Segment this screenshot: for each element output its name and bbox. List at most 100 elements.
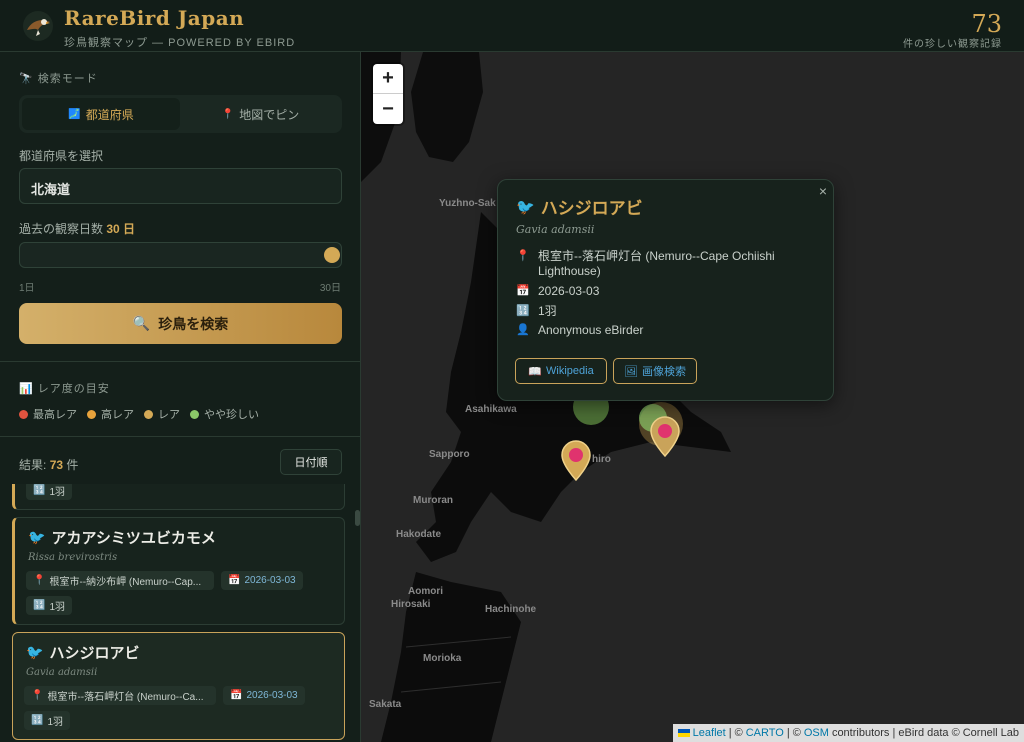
days-slider[interactable] bbox=[19, 242, 342, 268]
divider bbox=[0, 436, 360, 437]
prefecture-label: 都道府県を選択 bbox=[19, 149, 104, 163]
slider-min-label: 1日 bbox=[19, 283, 35, 294]
date-value: 2026-03-03 bbox=[246, 690, 298, 701]
list-item-selected[interactable]: 🐦 ハシジロアビ Gavia adamsii 📍 根室市--落石岬灯台 (Nem… bbox=[12, 632, 345, 740]
popup-observer-text: Anonymous eBirder bbox=[538, 323, 644, 337]
app-subtitle: 珍鳥観察マップ — POWERED BY EBIRD bbox=[64, 37, 296, 49]
sakhalin-land bbox=[411, 52, 483, 162]
counter-icon: 🔢 bbox=[516, 305, 530, 317]
chart-icon: 📊 bbox=[19, 383, 34, 395]
popup-title-text: ハシジロアビ bbox=[540, 199, 643, 219]
flag-icon bbox=[677, 729, 690, 737]
city-label-yuzhno: Yuzhno-Sak bbox=[439, 198, 496, 209]
eagle-logo-icon bbox=[23, 11, 53, 41]
attribution-separator: | © bbox=[786, 727, 801, 739]
legend-item-highest: 最高レア bbox=[19, 406, 77, 422]
total-count: 73 bbox=[971, 10, 1002, 38]
popup-count-text: 1羽 bbox=[538, 304, 557, 318]
attribution-text: contributors | eBird data © Cornell Lab bbox=[831, 727, 1019, 739]
city-label-sakata: Sakata bbox=[369, 699, 402, 710]
carto-link[interactable]: CARTO bbox=[746, 727, 784, 739]
person-icon: 👤 bbox=[516, 324, 530, 336]
legend-item-label: やや珍しい bbox=[204, 409, 259, 421]
zoom-out-button[interactable]: − bbox=[373, 94, 403, 124]
list-scrollbar[interactable] bbox=[355, 510, 360, 526]
selected-marker-icon[interactable] bbox=[649, 415, 681, 457]
bird-icon: 🐦 bbox=[516, 197, 535, 216]
popup-date-text: 2026-03-03 bbox=[538, 284, 600, 298]
map-view[interactable]: + − Yuzhno-Sak Asahikawa Sapporo hiro Mu… bbox=[361, 52, 1024, 742]
calendar-icon: 📅 bbox=[230, 690, 243, 701]
bird-name: 🐦 アカアシミツユビカモメ bbox=[28, 527, 216, 548]
counter-icon: 🔢 bbox=[31, 715, 44, 726]
city-label-hachinohe: Hachinohe bbox=[485, 604, 537, 615]
pin-icon: 📍 bbox=[516, 250, 530, 262]
count-chip: 🔢 1羽 bbox=[24, 711, 71, 730]
rarity-legend: 最高レア 高レア レア やや珍しい bbox=[19, 406, 259, 422]
map-attribution: Leaflet | © CARTO | © OSM contributors |… bbox=[672, 724, 1024, 742]
mode-prefecture-button[interactable]: 🗾 都道府県 bbox=[22, 98, 180, 130]
legend-item-label: 最高レア bbox=[33, 409, 77, 421]
count-chip: 🔢 1羽 bbox=[26, 484, 73, 500]
bird-icon: 🐦 bbox=[26, 644, 44, 661]
city-label-morioka: Morioka bbox=[423, 653, 462, 664]
binoculars-icon: 🔭 bbox=[19, 73, 34, 85]
mode-pin-button[interactable]: 📍 地図でピン bbox=[182, 98, 339, 130]
legend-item-high: 高レア bbox=[87, 406, 134, 422]
book-icon: 📖 bbox=[528, 365, 542, 378]
location-value: 根室市--納沙布岬 (Nemuro--Cap... bbox=[49, 577, 202, 588]
rare-marker-icon[interactable] bbox=[560, 439, 592, 481]
osm-link[interactable]: OSM bbox=[804, 727, 829, 739]
city-label-asahikawa: Asahikawa bbox=[465, 404, 517, 415]
city-label-hirosaki: Hirosaki bbox=[391, 599, 431, 610]
app-header: RareBird Japan 珍鳥観察マップ — POWERED BY EBIR… bbox=[0, 0, 1024, 52]
results-count: 結果: 73 件 bbox=[19, 456, 78, 473]
orange-dot-icon bbox=[87, 409, 96, 419]
legend-label: レア度の目安 bbox=[37, 383, 110, 395]
date-value: 2026-03-03 bbox=[244, 575, 296, 586]
mode-pin-label: 地図でピン bbox=[239, 107, 300, 122]
legend-item-uncommon: やや珍しい bbox=[190, 406, 259, 422]
search-mode-heading: 🔭 検索モード bbox=[19, 70, 98, 86]
legend-item-label: 高レア bbox=[101, 409, 134, 421]
location-value: 根室市--落石岬灯台 (Nemuro--Ca... bbox=[47, 692, 204, 703]
zoom-in-button[interactable]: + bbox=[373, 64, 403, 94]
gold-dot-icon bbox=[144, 409, 153, 419]
location-chip: 📍 根室市--納沙布岬 (Nemuro--Cap... bbox=[26, 571, 214, 590]
red-dot-icon bbox=[19, 409, 28, 419]
bird-name-text: アカアシミツユビカモメ bbox=[51, 529, 216, 547]
total-count-label: 件の珍しい観察記録 bbox=[903, 39, 1002, 50]
search-icon: 🔍 bbox=[132, 315, 151, 331]
divider bbox=[0, 361, 360, 362]
city-label-kushiro: hiro bbox=[592, 454, 611, 465]
list-item[interactable]: 🔢 1羽 bbox=[12, 484, 345, 510]
calendar-icon: 📅 bbox=[228, 575, 241, 586]
sort-button[interactable]: 日付順 bbox=[280, 449, 342, 475]
attribution-separator: | © bbox=[728, 727, 743, 739]
legend-item-label: レア bbox=[158, 409, 180, 421]
search-rare-button[interactable]: 🔍 珍鳥を検索 bbox=[19, 303, 342, 344]
city-label-muroran: Muroran bbox=[413, 495, 453, 506]
close-icon[interactable]: × bbox=[819, 183, 827, 199]
count-value: 1羽 bbox=[47, 717, 64, 728]
wikipedia-button[interactable]: 📖 Wikipedia bbox=[515, 358, 607, 384]
popup-date: 📅 2026-03-03 bbox=[516, 284, 816, 299]
slider-max-label: 30日 bbox=[319, 283, 341, 294]
leaflet-link[interactable]: Leaflet bbox=[693, 727, 726, 739]
date-chip: 📅 2026-03-03 bbox=[223, 686, 305, 705]
list-item[interactable]: 🐦 アカアシミツユビカモメ Rissa brevirostris 📍 根室市--… bbox=[12, 517, 345, 625]
days-label-text: 過去の観察日数 bbox=[19, 222, 104, 236]
results-number: 73 bbox=[49, 458, 64, 472]
mode-prefecture-label: 都道府県 bbox=[85, 107, 134, 122]
scientific-name: Gavia adamsii bbox=[26, 667, 98, 678]
popup-location-text: 根室市--落石岬灯台 (Nemuro--Cape Ochiishi Lighth… bbox=[538, 249, 775, 278]
days-slider-thumb[interactable] bbox=[324, 247, 340, 263]
map-icon: 🗾 bbox=[68, 108, 81, 120]
city-label-sapporo: Sapporo bbox=[429, 449, 470, 460]
prefecture-select[interactable]: 北海道 bbox=[19, 168, 342, 204]
bird-name-text: ハシジロアビ bbox=[49, 644, 140, 662]
pin-icon: 📍 bbox=[221, 108, 235, 120]
popup-observer: 👤 Anonymous eBirder bbox=[516, 323, 816, 338]
date-chip: 📅 2026-03-03 bbox=[221, 571, 303, 590]
image-search-button[interactable]: 🖼 画像検索 bbox=[613, 358, 697, 384]
